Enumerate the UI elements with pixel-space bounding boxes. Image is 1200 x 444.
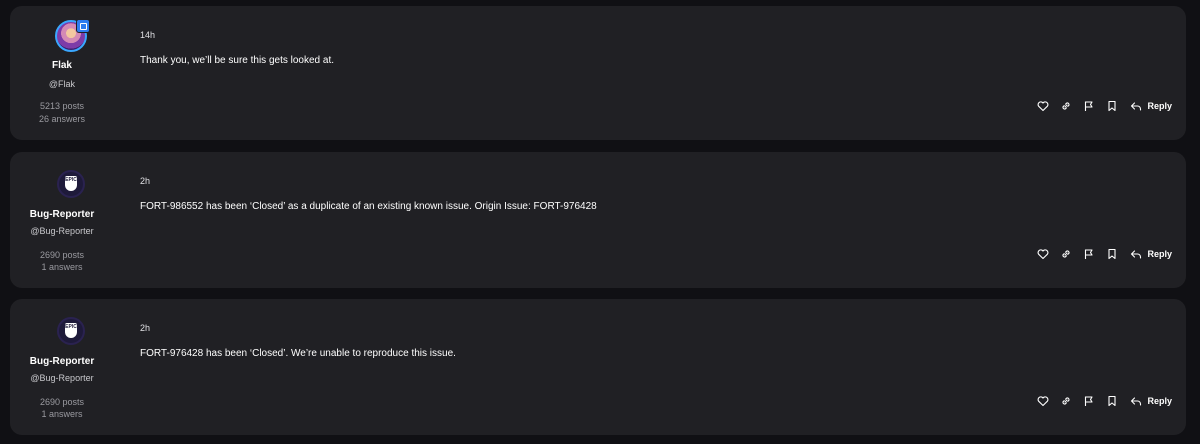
- reply-label: Reply: [1147, 396, 1172, 406]
- link-icon[interactable]: [1060, 100, 1072, 112]
- reply-icon: [1130, 395, 1142, 407]
- post-body: FORT-986552 has been ‘Closed’ as a dupli…: [140, 201, 597, 212]
- post-actions: Reply: [1026, 98, 1172, 114]
- author-name[interactable]: Flak: [10, 60, 114, 71]
- flag-icon[interactable]: [1083, 395, 1095, 407]
- author-answer-count: 1 answers: [41, 409, 83, 419]
- author-name[interactable]: Bug-Reporter: [10, 356, 114, 367]
- forum-post: Flak @Flak 5213 posts 26 answers 14h Tha…: [10, 6, 1186, 140]
- bookmark-icon[interactable]: [1106, 100, 1118, 112]
- bookmark-icon[interactable]: [1106, 395, 1118, 407]
- post-actions: Reply: [1026, 393, 1172, 409]
- link-icon[interactable]: [1060, 395, 1072, 407]
- reply-button[interactable]: Reply: [1130, 248, 1172, 260]
- heart-icon[interactable]: [1037, 395, 1049, 407]
- reply-label: Reply: [1147, 249, 1172, 259]
- post-actions: Reply: [1026, 246, 1172, 262]
- post-timestamp: 2h: [140, 176, 151, 186]
- flag-icon[interactable]: [1083, 100, 1095, 112]
- author-post-count: 2690 posts: [39, 397, 85, 407]
- moderator-badge-icon: [76, 19, 90, 33]
- link-icon[interactable]: [1060, 248, 1072, 260]
- reply-button[interactable]: Reply: [1130, 100, 1172, 112]
- post-author: EPIC Bug-Reporter @Bug-Reporter 2690 pos…: [10, 299, 114, 435]
- author-name[interactable]: Bug-Reporter: [10, 209, 114, 220]
- author-post-count: 2690 posts: [39, 250, 85, 260]
- post-timestamp: 2h: [140, 323, 151, 333]
- flag-icon[interactable]: [1083, 248, 1095, 260]
- reply-label: Reply: [1147, 101, 1172, 111]
- avatar[interactable]: [55, 19, 90, 52]
- forum-thread: Flak @Flak 5213 posts 26 answers 14h Tha…: [0, 0, 1200, 444]
- epic-games-logo-icon: EPIC: [65, 176, 77, 191]
- post-author: Flak @Flak 5213 posts 26 answers: [10, 6, 114, 140]
- post-timestamp: 14h: [140, 30, 156, 40]
- forum-post: EPIC Bug-Reporter @Bug-Reporter 2690 pos…: [10, 152, 1186, 288]
- author-post-count: 5213 posts: [39, 101, 85, 111]
- avatar[interactable]: EPIC: [57, 317, 85, 345]
- heart-icon[interactable]: [1037, 100, 1049, 112]
- bookmark-icon[interactable]: [1106, 248, 1118, 260]
- reply-icon: [1130, 100, 1142, 112]
- author-handle: @Flak: [48, 79, 76, 89]
- author-handle: @Bug-Reporter: [30, 226, 94, 236]
- author-handle: @Bug-Reporter: [30, 373, 94, 383]
- reply-button[interactable]: Reply: [1130, 395, 1172, 407]
- post-body: Thank you, we’ll be sure this gets looke…: [140, 55, 334, 66]
- author-answer-count: 1 answers: [41, 262, 83, 272]
- author-answer-count: 26 answers: [38, 114, 86, 124]
- reply-icon: [1130, 248, 1142, 260]
- forum-post: EPIC Bug-Reporter @Bug-Reporter 2690 pos…: [10, 299, 1186, 435]
- avatar[interactable]: EPIC: [57, 170, 85, 198]
- epic-games-logo-icon: EPIC: [65, 323, 77, 338]
- post-body: FORT-976428 has been ‘Closed’. We’re una…: [140, 348, 456, 359]
- post-author: EPIC Bug-Reporter @Bug-Reporter 2690 pos…: [10, 152, 114, 288]
- heart-icon[interactable]: [1037, 248, 1049, 260]
